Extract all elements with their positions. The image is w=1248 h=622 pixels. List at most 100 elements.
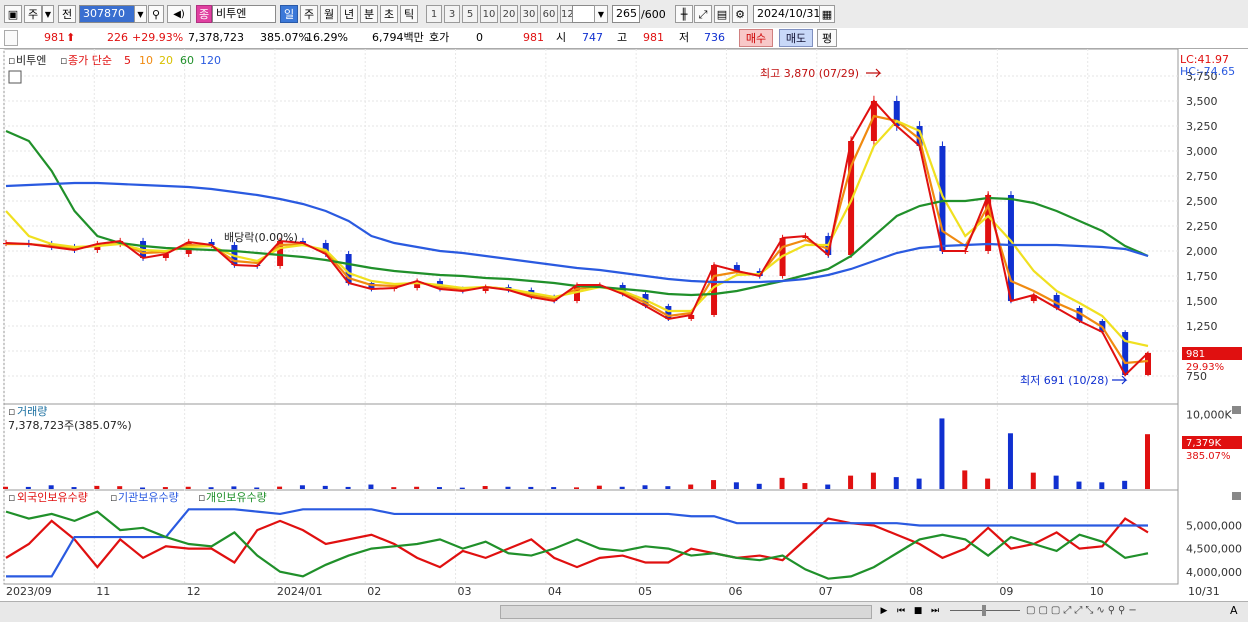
hoga-value: 0 [476, 31, 483, 44]
volume-bar [208, 487, 214, 489]
scroll-last-icon[interactable]: ⏭ [928, 604, 942, 618]
scroll-first-icon[interactable]: ⏮ [894, 604, 908, 618]
chart-svg[interactable]: 7501,0001,2501,5001,7502,0002,2502,5002,… [0, 48, 1248, 601]
volume-last-pct-text: 385.07% [1186, 451, 1231, 462]
minute-step-button[interactable]: 60 [540, 5, 558, 23]
price-tick-label: 1,250 [1186, 320, 1218, 333]
stock-code-input[interactable]: 307870 [79, 5, 135, 23]
volume-panel-close-icon[interactable] [1232, 406, 1241, 414]
high-value: 981 [643, 31, 664, 44]
speaker-icon[interactable]: ◀) [167, 5, 191, 23]
volume-bar [1053, 475, 1059, 489]
avg-button[interactable]: 평 [817, 29, 837, 47]
open-value: 747 [582, 31, 603, 44]
interval-button[interactable]: 틱 [400, 5, 418, 23]
dividend-annotation: 배당락(0.00%) [224, 231, 298, 244]
sell-button[interactable]: 매도 [779, 29, 813, 47]
volume-bar [482, 486, 488, 489]
hoga-price: 981 [523, 31, 544, 44]
stop-icon[interactable]: ■ [912, 604, 924, 618]
hoga-label: 호가 [429, 31, 450, 44]
zoom-slider-handle[interactable] [982, 605, 986, 616]
minute-step-button[interactable]: 5 [462, 5, 478, 23]
low-label: 저 [679, 31, 690, 44]
price-tick-label: 2,000 [1186, 245, 1218, 258]
calendar-icon[interactable]: ▦ [819, 5, 835, 23]
minute-step-button[interactable]: 30 [520, 5, 538, 23]
volume-bar [596, 485, 602, 489]
tools-icon[interactable]: ⤢ [694, 5, 712, 23]
legend-marker-icon: ▫ [60, 54, 67, 67]
volume-bar [870, 472, 876, 489]
interval-custom-dropdown-icon[interactable]: ▼ [594, 5, 608, 23]
toolbar: ▣ 주 ▼ 전 307870 ▼ ⚲ ◀) 종 비투엔 일 주 월 년 분 초 틱 1 3 5 10… [0, 0, 1248, 29]
chart-window-icon[interactable]: ▣ [4, 5, 22, 23]
open-label: 시 [556, 31, 567, 44]
chart-area[interactable]: 7501,0001,2501,5001,7502,0002,2502,5002,… [0, 48, 1248, 601]
interval-button[interactable]: 년 [340, 5, 358, 23]
text-tool-icon[interactable]: A [1230, 604, 1244, 618]
save-icon[interactable]: ▤ [714, 5, 730, 23]
minute-step-button[interactable]: 3 [444, 5, 460, 23]
volume-panel-frame [3, 403, 1179, 491]
interval-button[interactable]: 일 [280, 5, 298, 23]
volume-bar [299, 485, 305, 489]
volume-bar [574, 487, 579, 489]
volume-bar [1076, 481, 1082, 489]
time-axis-label: 07 [819, 585, 833, 598]
volume-bar [733, 482, 739, 489]
time-axis-label: 2024/01 [277, 585, 323, 598]
volume-bar [1145, 434, 1150, 489]
bar-count-input[interactable]: 265 [612, 5, 640, 23]
minute-step-button[interactable]: 20 [500, 5, 518, 23]
volume-bar [117, 486, 123, 489]
scroll-thumb[interactable] [500, 605, 872, 619]
legend-marker-icon: ▫ [8, 54, 15, 67]
interval-button[interactable]: 초 [380, 5, 398, 23]
candle-type-icon[interactable]: ╫ [675, 5, 693, 23]
volume-bar [551, 487, 557, 489]
candle-body [1007, 195, 1014, 301]
volume-bar [848, 475, 854, 489]
date-input[interactable]: 2024/10/31 [753, 5, 821, 23]
legend-institution: 기관보유수량 [118, 491, 179, 504]
volume-bar [939, 418, 945, 489]
legend-close-simple: 종가 단순 [68, 54, 112, 67]
legend-ma10: 10 [139, 54, 153, 67]
legend-ma20: 20 [159, 54, 173, 67]
stock-name-field[interactable]: 비투엔 [212, 5, 276, 23]
chart-scrollbar[interactable]: ▶ ⏮ ■ ⏭ ▢▢▢⤢⤢⤡∿⚲⚲− A [0, 601, 1248, 622]
volume-bar [254, 487, 260, 489]
interval-button[interactable]: 주 [300, 5, 318, 23]
volume-bar [665, 486, 671, 489]
scroll-right-icon[interactable]: ▶ [878, 604, 890, 618]
volume-bar [1007, 433, 1013, 489]
prev-button[interactable]: 전 [58, 5, 76, 23]
volume-bar [140, 487, 146, 489]
minute-step-button[interactable]: 1 [426, 5, 442, 23]
last-price-tag-text: 981 [1186, 349, 1205, 360]
time-axis-label: 10/31 [1188, 585, 1220, 598]
drawing-tools-icon[interactable]: ▢▢▢⤢⤢⤡∿⚲⚲− [1026, 604, 1226, 618]
volume-bar [414, 486, 420, 489]
time-axis-label: 11 [96, 585, 110, 598]
period-mode-button[interactable]: 주 [24, 5, 42, 23]
high-label: 고 [617, 31, 628, 44]
holdings-panel-close-icon[interactable] [1232, 492, 1241, 500]
price-tick-label: 3,250 [1186, 120, 1218, 133]
gear-icon[interactable]: ⚙ [732, 5, 748, 23]
change-percent: +29.93% [132, 31, 184, 44]
volume-bar [916, 478, 922, 489]
table-view-icon[interactable] [8, 70, 22, 84]
interval-button[interactable]: 월 [320, 5, 338, 23]
minute-step-button[interactable]: 10 [480, 5, 498, 23]
high-annotation: 최고 3,870 (07/29) [760, 67, 859, 80]
volume-bar [231, 486, 237, 489]
interval-button[interactable]: 분 [360, 5, 378, 23]
search-icon[interactable]: ⚲ [148, 5, 164, 23]
stock-code-dropdown-icon[interactable]: ▼ [134, 5, 147, 23]
quote-expand-icon[interactable] [4, 30, 18, 46]
period-mode-dropdown-icon[interactable]: ▼ [42, 5, 54, 23]
volume-bar [322, 485, 328, 489]
buy-button[interactable]: 매수 [739, 29, 773, 47]
